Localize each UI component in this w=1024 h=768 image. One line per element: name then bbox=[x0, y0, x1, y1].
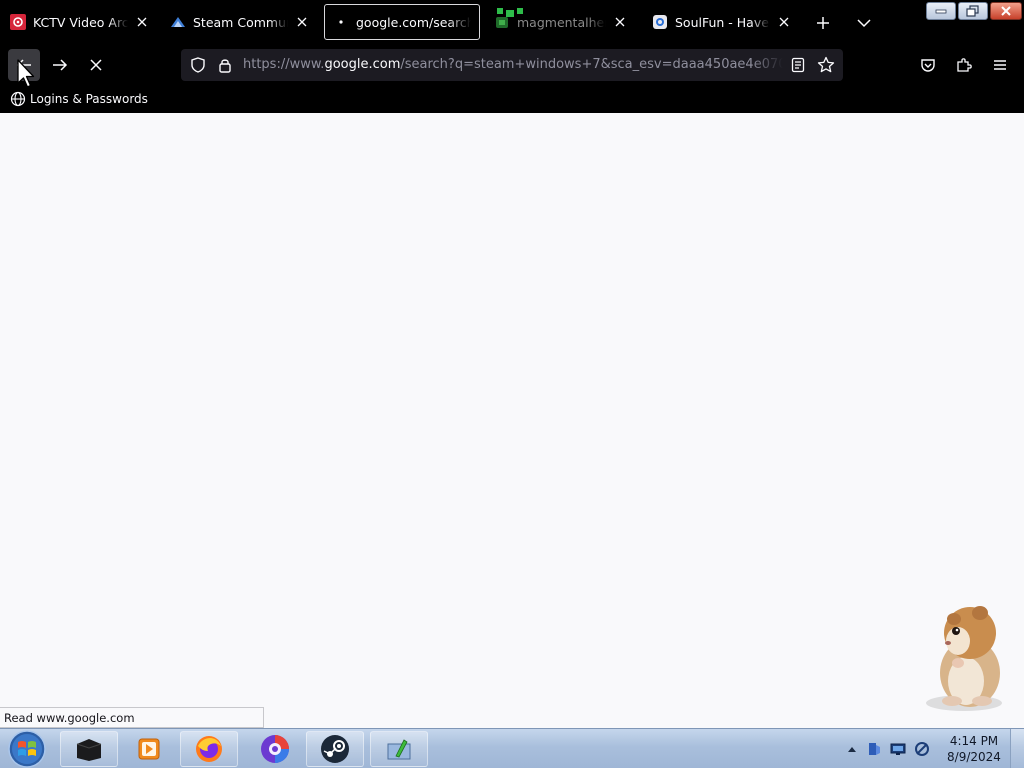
status-panel: Read www.google.com bbox=[0, 707, 264, 728]
mouse-cursor-icon bbox=[17, 59, 35, 88]
tab-kctv[interactable]: KCTV Video Archive bbox=[2, 4, 158, 40]
system-clock[interactable]: 4:14 PM 8/9/2024 bbox=[936, 733, 1012, 765]
bookmark-label: Logins & Passwords bbox=[30, 92, 148, 106]
close-icon bbox=[1001, 6, 1011, 16]
taskbar-media-app[interactable] bbox=[60, 731, 118, 767]
close-tab-icon[interactable] bbox=[612, 14, 628, 30]
network-icon[interactable] bbox=[890, 741, 906, 757]
extensions-button[interactable] bbox=[948, 49, 980, 81]
taskbar-notepad-app[interactable] bbox=[370, 731, 428, 767]
close-tab-icon[interactable] bbox=[134, 14, 150, 30]
taskbar-steam[interactable] bbox=[306, 731, 364, 767]
notepad-icon bbox=[387, 739, 411, 760]
close-tab-icon[interactable] bbox=[776, 14, 792, 30]
close-window-button[interactable] bbox=[990, 2, 1022, 20]
kctv-favicon bbox=[10, 14, 26, 30]
show-desktop-button[interactable] bbox=[1010, 729, 1024, 768]
tab-steam-community[interactable]: Steam Community bbox=[162, 4, 318, 40]
taskbar-firefox[interactable] bbox=[180, 731, 238, 767]
lock-icon[interactable] bbox=[216, 56, 234, 74]
taskbar-swirl-browser[interactable] bbox=[246, 731, 304, 767]
firefox-icon bbox=[196, 736, 222, 762]
start-button[interactable] bbox=[4, 730, 50, 768]
tab-title: Steam Community bbox=[193, 14, 288, 30]
navigation-toolbar: https://www.google.com/search?q=steam+wi… bbox=[0, 44, 1024, 86]
clock-time: 4:14 PM bbox=[949, 734, 999, 748]
bookmark-logins-passwords[interactable]: Logins & Passwords bbox=[10, 89, 148, 109]
minimize-window-button[interactable] bbox=[926, 2, 956, 20]
reader-view-icon[interactable] bbox=[789, 56, 807, 74]
screen: KCTV Video Archive Steam Community goo bbox=[0, 0, 1024, 768]
stop-loading-button[interactable] bbox=[80, 49, 112, 81]
globe-icon bbox=[10, 91, 26, 107]
new-tab-button[interactable] bbox=[812, 12, 834, 34]
black-box-icon bbox=[76, 739, 102, 761]
soulfun-favicon bbox=[652, 14, 668, 30]
hamster-desktop-pet[interactable] bbox=[922, 603, 1012, 713]
bookmarks-toolbar: Logins & Passwords bbox=[0, 86, 1024, 113]
action-center-icon[interactable] bbox=[866, 741, 882, 757]
tab-title: KCTV Video Archive bbox=[33, 14, 128, 30]
url-prefix: https://www. bbox=[243, 57, 325, 72]
address-bar[interactable]: https://www.google.com/search?q=steam+wi… bbox=[181, 49, 843, 81]
app-menu-button[interactable] bbox=[984, 49, 1016, 81]
browser-chrome: KCTV Video Archive Steam Community goo bbox=[0, 0, 1024, 113]
pocket-button[interactable] bbox=[912, 49, 944, 81]
puzzle-icon bbox=[957, 58, 972, 72]
restore-window-button[interactable] bbox=[958, 2, 988, 20]
steam-icon bbox=[321, 735, 349, 763]
pocket-icon bbox=[921, 59, 935, 72]
url-path: /search?q=steam+windows+7&sca_esv=daaa45… bbox=[400, 57, 783, 72]
url-host: google.com bbox=[324, 57, 401, 72]
restore-icon bbox=[966, 5, 979, 17]
tab-title: google.com/search?q=steam+windows+7 bbox=[356, 14, 471, 30]
media-player-icon bbox=[138, 738, 160, 760]
forward-button[interactable] bbox=[44, 49, 76, 81]
list-all-tabs-button[interactable] bbox=[853, 12, 875, 34]
swirl-browser-icon bbox=[261, 735, 289, 763]
tab-soulfun[interactable]: SoulFun - Have fun bbox=[644, 4, 800, 40]
bookmark-star-icon[interactable] bbox=[817, 56, 835, 74]
windows-logo-icon bbox=[8, 730, 46, 768]
tab-title: SoulFun - Have fun bbox=[675, 14, 770, 30]
tab-sharing-indicator-icon bbox=[497, 8, 523, 17]
show-hidden-icons-icon[interactable] bbox=[844, 741, 860, 757]
steam-favicon bbox=[170, 14, 186, 30]
close-tab-icon[interactable] bbox=[294, 14, 310, 30]
plus-icon bbox=[817, 17, 829, 29]
clock-date: 8/9/2024 bbox=[947, 750, 1001, 764]
tab-bar: KCTV Video Archive Steam Community goo bbox=[0, 0, 1024, 44]
taskbar-media-player[interactable] bbox=[120, 731, 178, 767]
url-text[interactable]: https://www.google.com/search?q=steam+wi… bbox=[243, 57, 783, 75]
hamburger-menu-icon bbox=[994, 60, 1006, 70]
shield-icon[interactable] bbox=[189, 56, 207, 74]
minimize-icon bbox=[935, 9, 947, 14]
volume-icon[interactable] bbox=[914, 741, 930, 757]
page-content[interactable] bbox=[0, 113, 1024, 728]
arrow-right-icon bbox=[53, 59, 68, 71]
chevron-down-icon bbox=[857, 19, 871, 28]
tab-title: magmentalhero bbox=[517, 14, 606, 30]
close-icon bbox=[90, 59, 102, 71]
tab-google-search[interactable]: google.com/search?q=steam+windows+7 bbox=[324, 4, 480, 40]
taskbar: 4:14 PM 8/9/2024 bbox=[0, 728, 1024, 768]
loading-favicon bbox=[333, 14, 349, 30]
